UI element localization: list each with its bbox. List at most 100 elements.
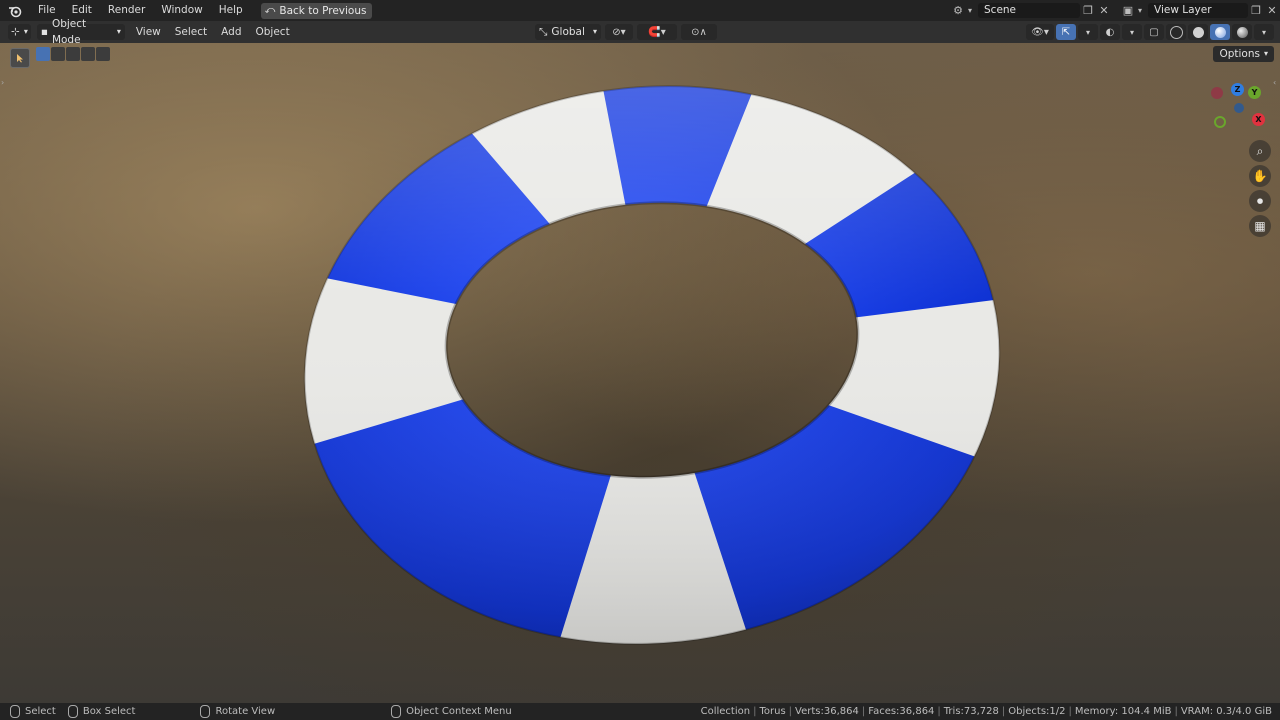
status-box-select: Box Select [67, 705, 136, 718]
top-right-controls: ⚙ ▾ Scene ❐ ✕ ▣ ▾ View Layer ❐ ✕ [950, 0, 1280, 21]
transform-tools: ⤡ Global ▾ ⊘▾ 🧲▾ ⊙∧ [535, 24, 717, 40]
chevron-down-icon: ▾ [967, 6, 972, 15]
viewport-display-tools: 👁▾ ⇱ ▾ ◐ ▾ ▢ ▾ [1026, 24, 1274, 40]
stat-verts: Verts:36,864 [795, 706, 859, 717]
status-select-label: Select [25, 706, 56, 717]
editor-type-dropdown[interactable]: ⊹ ▾ [8, 24, 31, 40]
menu-help[interactable]: Help [211, 0, 251, 21]
stat-objects: Objects:1/2 [1008, 706, 1066, 717]
mouse-middle-icon [200, 705, 211, 718]
xray-toggle-icon[interactable]: ▢ [1144, 24, 1164, 40]
top-menu-bar: File Edit Render Window Help ⤺ Back to P… [0, 0, 1280, 21]
mouse-drag-icon [67, 705, 78, 718]
chevron-down-icon: ▾ [1137, 6, 1142, 15]
zoom-icon[interactable]: ⌕ [1249, 140, 1271, 162]
orientation-dropdown[interactable]: ⤡ Global ▾ [535, 24, 601, 40]
status-bar: Select Box Select Rotate View Object Con… [0, 703, 1280, 720]
menu-select[interactable]: Select [168, 26, 214, 38]
blender-logo-icon[interactable] [0, 0, 30, 21]
gizmo-z-icon[interactable]: Z [1231, 83, 1244, 96]
delete-view-layer-icon[interactable]: ✕ [1264, 3, 1280, 19]
orientation-icon: ⤡ [539, 26, 548, 38]
rendered-shading-icon[interactable] [1232, 24, 1252, 40]
mouse-right-icon [391, 705, 402, 718]
gizmo-neg-z-icon[interactable] [1234, 103, 1244, 113]
viewport-header: ⊹ ▾ ▪ Object Mode ▾ View Select Add Obje… [0, 18, 1280, 46]
camera-view-icon[interactable]: ⏺ [1249, 190, 1271, 212]
material-preview-shading-icon[interactable] [1210, 24, 1230, 40]
chevron-down-icon: ▾ [116, 27, 121, 36]
status-context-menu: Object Context Menu [391, 705, 512, 718]
gizmo-y-label: Y [1251, 88, 1258, 97]
view-layer-field[interactable]: View Layer [1148, 3, 1248, 18]
navigation-gizmo[interactable]: Z Y X [1205, 79, 1275, 139]
back-to-previous-label: Back to Previous [279, 4, 367, 17]
viewport-editor-icon: ⊹ [11, 26, 20, 38]
object-mode-icon: ▪ [40, 26, 48, 38]
status-rotate-view-label: Rotate View [215, 706, 276, 717]
sidebar-toggle-icon[interactable]: ‹ [1273, 78, 1279, 87]
select-invert-icon[interactable] [81, 47, 95, 61]
gizmo-z-label: Z [1234, 85, 1241, 94]
stat-memory: Memory: 104.4 MiB [1074, 706, 1172, 717]
menu-window[interactable]: Window [153, 0, 210, 21]
status-box-select-label: Box Select [82, 706, 136, 717]
gizmo-x-label: X [1255, 115, 1262, 124]
stat-vram: VRAM: 0.3/4.0 GiB [1180, 706, 1272, 717]
new-view-layer-icon[interactable]: ❐ [1248, 3, 1264, 19]
gizmo-neg-x-icon[interactable] [1211, 87, 1223, 99]
chevron-down-icon[interactable]: ▾ [1122, 24, 1142, 40]
select-extend-icon[interactable] [51, 47, 65, 61]
gizmo-y-icon[interactable]: Y [1248, 86, 1261, 99]
chevron-down-icon: ▾ [23, 27, 28, 36]
gizmo-toggle-icon[interactable]: ⇱ [1056, 24, 1076, 40]
scene-name: Scene [984, 4, 1017, 16]
mode-dropdown[interactable]: ▪ Object Mode ▾ [36, 18, 125, 46]
wireframe-shading-icon[interactable] [1166, 24, 1186, 40]
chevron-down-icon[interactable]: ▾ [1078, 24, 1098, 40]
back-to-previous-button[interactable]: ⤺ Back to Previous [260, 2, 373, 19]
proportional-edit-icon[interactable]: ⊙∧ [681, 24, 717, 40]
stat-tris: Tris:73,728 [943, 706, 999, 717]
options-dropdown[interactable]: Options ▾ [1213, 46, 1274, 62]
options-label: Options [1219, 48, 1260, 60]
status-select: Select [10, 705, 56, 718]
menu-view[interactable]: View [129, 26, 168, 38]
overlay-toggle-icon[interactable]: ◐ [1100, 24, 1120, 40]
select-tool-button[interactable] [10, 48, 30, 68]
torus-object[interactable] [0, 43, 1280, 703]
selection-mode-buttons [36, 47, 110, 61]
menu-object[interactable]: Object [249, 26, 297, 38]
snap-icon[interactable]: 🧲▾ [637, 24, 677, 40]
select-new-icon[interactable] [36, 47, 50, 61]
pan-hand-icon[interactable]: ✋ [1249, 165, 1271, 187]
delete-scene-icon[interactable]: ✕ [1096, 3, 1112, 19]
back-icon: ⤺ [264, 4, 276, 16]
gizmo-neg-y-icon[interactable] [1214, 116, 1226, 128]
sidebar-toggle-icon[interactable]: › [1, 78, 7, 87]
select-intersect-icon[interactable] [96, 47, 110, 61]
scene-icon[interactable]: ⚙ [950, 3, 966, 19]
chevron-down-icon[interactable]: ▾ [1254, 24, 1274, 40]
ortho-grid-icon[interactable]: ▦ [1249, 215, 1271, 237]
chevron-down-icon: ▾ [1263, 49, 1268, 58]
visibility-icon[interactable]: 👁▾ [1026, 24, 1054, 40]
status-context-menu-label: Object Context Menu [406, 706, 512, 717]
view-layer-name: View Layer [1154, 4, 1212, 16]
stat-collection: Collection [700, 706, 751, 717]
mouse-left-icon [10, 705, 20, 718]
status-rotate-view: Rotate View [200, 705, 275, 718]
view-layer-icon[interactable]: ▣ [1120, 3, 1136, 19]
stat-object: Torus [759, 706, 786, 717]
menu-add[interactable]: Add [214, 26, 248, 38]
new-scene-icon[interactable]: ❐ [1080, 3, 1096, 19]
stat-faces: Faces:36,864 [868, 706, 935, 717]
scene-statistics: Collection | Torus | Verts:36,864 | Faces:36,8… [700, 706, 1272, 717]
3d-viewport[interactable]: Options ▾ Z Y X ⌕ ✋ ⏺ ▦ › ‹ [0, 43, 1280, 703]
pivot-point-icon[interactable]: ⊘▾ [605, 24, 633, 40]
scene-field[interactable]: Scene [978, 3, 1080, 18]
solid-shading-icon[interactable] [1188, 24, 1208, 40]
chevron-down-icon: ▾ [592, 27, 597, 36]
gizmo-x-icon[interactable]: X [1252, 113, 1265, 126]
select-subtract-icon[interactable] [66, 47, 80, 61]
